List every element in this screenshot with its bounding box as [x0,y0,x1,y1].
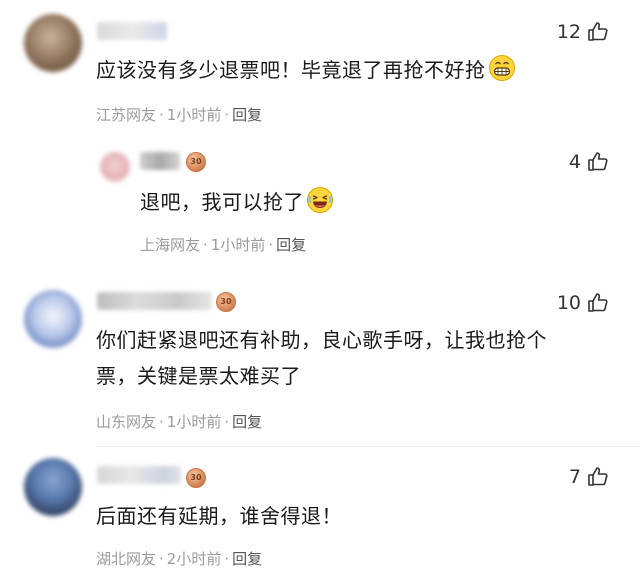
reply-button[interactable]: 回复 [232,550,262,568]
comment-3: 30 10 你们赶紧退吧还有补助，良心歌手呀，让我也抢个 票，关键是票太难买了 … [0,280,640,450]
comment-text: 应该没有多少退票吧！毕竟退了再抢不好抢 [96,52,516,88]
divider [96,446,640,447]
username-blurred[interactable] [97,466,181,484]
thumbs-up-icon [588,22,608,41]
comment-4: 30 7 后面还有延期，谁舍得退！ 湖北网友 · 2小时前 · 回复 [0,450,640,583]
username-blurred[interactable] [97,292,212,310]
comment-text: 退吧，我可以抢了 [140,184,334,220]
like-count: 7 [568,466,581,488]
comment-meta: 上海网友 · 1小时前 · 回复 [140,236,307,254]
avatar[interactable] [24,290,82,348]
avatar[interactable] [100,152,130,182]
like-button[interactable]: 12 [557,20,610,44]
like-button[interactable]: 10 [557,291,610,315]
like-count: 10 [556,292,581,314]
timestamp: 1小时前 [166,106,222,124]
username-blurred[interactable] [140,152,180,170]
comment-meta: 江苏网友 · 1小时前 · 回复 [96,106,263,124]
timestamp: 1小时前 [166,413,222,431]
location: 山东网友 [96,413,157,431]
level-badge: 30 [186,152,206,172]
level-badge: 30 [216,292,236,312]
reply-button[interactable]: 回复 [232,106,262,124]
comment-2-reply: 30 4 退吧，我可以抢了 上海网友 · 1小时前 · 回复 [0,140,640,280]
thumbs-up-icon [588,467,608,486]
laugh-emoji-icon [307,187,333,213]
username-blurred[interactable] [97,22,167,40]
comment-meta: 山东网友 · 1小时前 · 回复 [96,413,263,431]
comment-text: 后面还有延期，谁舍得退！ [96,504,342,528]
comment-meta: 湖北网友 · 2小时前 · 回复 [96,550,263,568]
like-button[interactable]: 4 [569,150,610,174]
grin-emoji-icon [488,55,515,81]
location: 湖北网友 [96,550,157,568]
thumbs-up-icon [588,152,608,171]
timestamp: 1小时前 [210,236,266,254]
avatar[interactable] [24,458,82,516]
avatar[interactable] [24,14,82,72]
timestamp: 2小时前 [166,550,222,568]
like-count: 4 [568,151,581,173]
comment-1: 12 应该没有多少退票吧！毕竟退了再抢不好抢 江苏网友 · 1小时前 · 回复 [0,0,640,140]
like-count: 12 [556,21,581,43]
location: 江苏网友 [96,106,157,124]
thumbs-up-icon [588,293,608,312]
reply-button[interactable]: 回复 [276,236,306,254]
level-badge: 30 [186,468,206,488]
reply-button[interactable]: 回复 [232,413,262,431]
location: 上海网友 [140,236,201,254]
like-button[interactable]: 7 [569,465,610,489]
comment-text: 你们赶紧退吧还有补助，良心歌手呀，让我也抢个 票，关键是票太难买了 [96,328,547,388]
